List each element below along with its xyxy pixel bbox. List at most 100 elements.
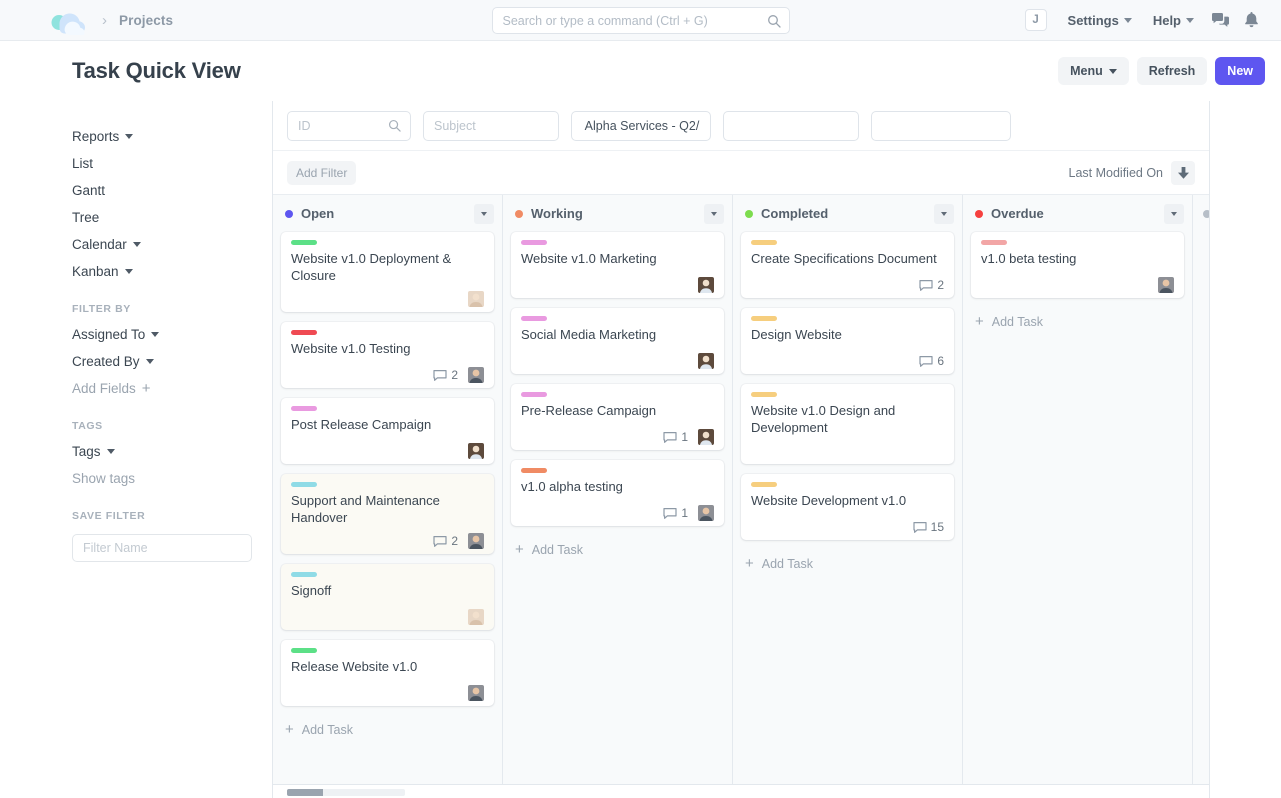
filter-by-heading: FILTER BY <box>72 303 131 315</box>
bell-icon[interactable] <box>1237 7 1265 33</box>
sort-direction-button[interactable] <box>1171 160 1195 185</box>
sidebar-item-label: Gantt <box>72 183 106 198</box>
sidebar-tags-label: Tags <box>72 444 101 459</box>
add-task-button[interactable]: + Add Task <box>511 536 724 567</box>
add-fields-button[interactable]: Add Fields + <box>72 375 272 402</box>
sidebar-item-gantt[interactable]: Gantt <box>72 177 272 204</box>
global-search-box[interactable] <box>491 7 790 34</box>
sidebar-item-label: Reports <box>72 129 120 144</box>
card-color-bar <box>291 330 317 335</box>
card-title: Website v1.0 Marketing <box>521 251 657 266</box>
user-avatar[interactable]: J <box>1024 9 1047 31</box>
chat-bubble-icon[interactable] <box>1206 7 1234 33</box>
card-title: Design Website <box>751 327 842 342</box>
main-content: Alpha Services - Q2/ Add Filter Last Mod… <box>272 101 1210 798</box>
task-card[interactable]: Design Website 6 <box>741 308 954 374</box>
settings-menu[interactable]: Settings <box>1059 9 1141 32</box>
tags-heading: TAGS <box>72 420 103 432</box>
task-card[interactable]: Website v1.0 Deployment & Closure <box>281 232 494 312</box>
sidebar-tags-dropdown[interactable]: Tags <box>72 438 272 465</box>
column-title: Working <box>531 206 583 221</box>
avatar[interactable] <box>468 367 484 383</box>
new-button[interactable]: New <box>1215 57 1265 85</box>
project-filter[interactable]: Alpha Services - Q2/ <box>571 110 711 141</box>
avatar[interactable] <box>468 685 484 701</box>
menu-button[interactable]: Menu <box>1058 57 1129 85</box>
blank-filter-1[interactable] <box>723 110 859 141</box>
avatar[interactable] <box>468 533 484 549</box>
task-card[interactable]: Website v1.0 Marketing <box>511 232 724 298</box>
card-title: Post Release Campaign <box>291 417 432 432</box>
card-title: Pre-Release Campaign <box>521 403 657 418</box>
breadcrumb-projects[interactable]: Projects <box>119 13 173 28</box>
avatar[interactable] <box>468 443 484 459</box>
add-task-button[interactable]: + Add Task <box>741 550 954 581</box>
task-card[interactable]: Website Development v1.0 15 <box>741 474 954 540</box>
column-menu-button[interactable] <box>1164 203 1184 224</box>
card-footer: 2 <box>291 526 484 549</box>
card-color-bar <box>521 316 547 321</box>
card-title: Website v1.0 Testing <box>291 341 411 356</box>
task-card[interactable]: Release Website v1.0 <box>281 640 494 706</box>
avatar[interactable] <box>468 609 484 625</box>
card-color-bar <box>291 482 317 487</box>
id-filter-input[interactable] <box>298 118 388 133</box>
sidebar-item-calendar[interactable]: Calendar <box>72 231 272 258</box>
card-title: v1.0 alpha testing <box>521 479 623 494</box>
task-card[interactable]: v1.0 alpha testing 1 <box>511 460 724 526</box>
add-task-button[interactable]: + Add Task <box>281 716 494 747</box>
chevron-down-icon <box>941 211 947 216</box>
avatar[interactable] <box>698 277 714 293</box>
add-task-label: Add Task <box>761 556 813 571</box>
help-menu[interactable]: Help <box>1144 9 1203 32</box>
search-input[interactable] <box>502 13 767 28</box>
sort-field-label[interactable]: Last Modified On <box>1069 166 1164 180</box>
sidebar-filter-assigned-to[interactable]: Assigned To <box>72 321 272 348</box>
task-card[interactable]: Website v1.0 Design and Development <box>741 384 954 464</box>
task-card[interactable]: Signoff <box>281 564 494 630</box>
sidebar-item-list[interactable]: List <box>72 150 272 177</box>
card-title: v1.0 beta testing <box>981 251 1077 266</box>
task-card[interactable]: Social Media Marketing <box>511 308 724 374</box>
column-menu-button[interactable] <box>474 203 494 224</box>
avatar[interactable] <box>468 291 484 307</box>
task-card[interactable]: v1.0 beta testing <box>971 232 1184 298</box>
chevron-down-icon <box>106 449 115 454</box>
refresh-button[interactable]: Refresh <box>1136 57 1208 85</box>
blank-filter-1-input[interactable] <box>734 118 850 133</box>
filter-name-input[interactable] <box>72 534 252 562</box>
card-color-bar <box>751 482 777 487</box>
task-card[interactable]: Website v1.0 Testing 2 <box>281 322 494 388</box>
blank-filter-2-input[interactable] <box>882 118 1002 133</box>
sidebar-item-label: Calendar <box>72 237 127 252</box>
avatar[interactable] <box>698 505 714 521</box>
sidebar-item-label: List <box>72 156 94 171</box>
task-card[interactable]: Pre-Release Campaign 1 <box>511 384 724 450</box>
avatar[interactable] <box>698 353 714 369</box>
peek-bar-light <box>323 789 405 796</box>
column-menu-button[interactable] <box>704 203 724 224</box>
avatar[interactable] <box>698 429 714 445</box>
task-card[interactable]: Support and Maintenance Handover 2 <box>281 474 494 554</box>
id-filter[interactable] <box>287 110 411 141</box>
sidebar-item-kanban[interactable]: Kanban <box>72 258 272 285</box>
cloud-logo-icon[interactable] <box>46 5 88 35</box>
subject-filter[interactable] <box>423 110 559 141</box>
show-tags-button[interactable]: Show tags <box>72 465 272 492</box>
add-filter-button[interactable]: Add Filter <box>287 160 357 185</box>
card-footer: 6 <box>751 346 944 368</box>
page-title: Task Quick View <box>72 58 241 83</box>
blank-filter-2[interactable] <box>871 110 1011 141</box>
task-card[interactable]: Create Specifications Document 2 <box>741 232 954 298</box>
avatar[interactable] <box>1158 277 1174 293</box>
subject-filter-input[interactable] <box>434 118 550 133</box>
add-task-button[interactable]: + Add Task <box>971 308 1184 339</box>
sidebar-item-tree[interactable]: Tree <box>72 204 272 231</box>
column-header: Open <box>273 195 502 232</box>
chevron-down-icon <box>711 211 717 216</box>
card-title: Social Media Marketing <box>521 327 657 342</box>
sidebar-item-reports[interactable]: Reports <box>72 123 272 150</box>
task-card[interactable]: Post Release Campaign <box>281 398 494 464</box>
sidebar-filter-created-by[interactable]: Created By <box>72 348 272 375</box>
column-menu-button[interactable] <box>934 203 954 224</box>
